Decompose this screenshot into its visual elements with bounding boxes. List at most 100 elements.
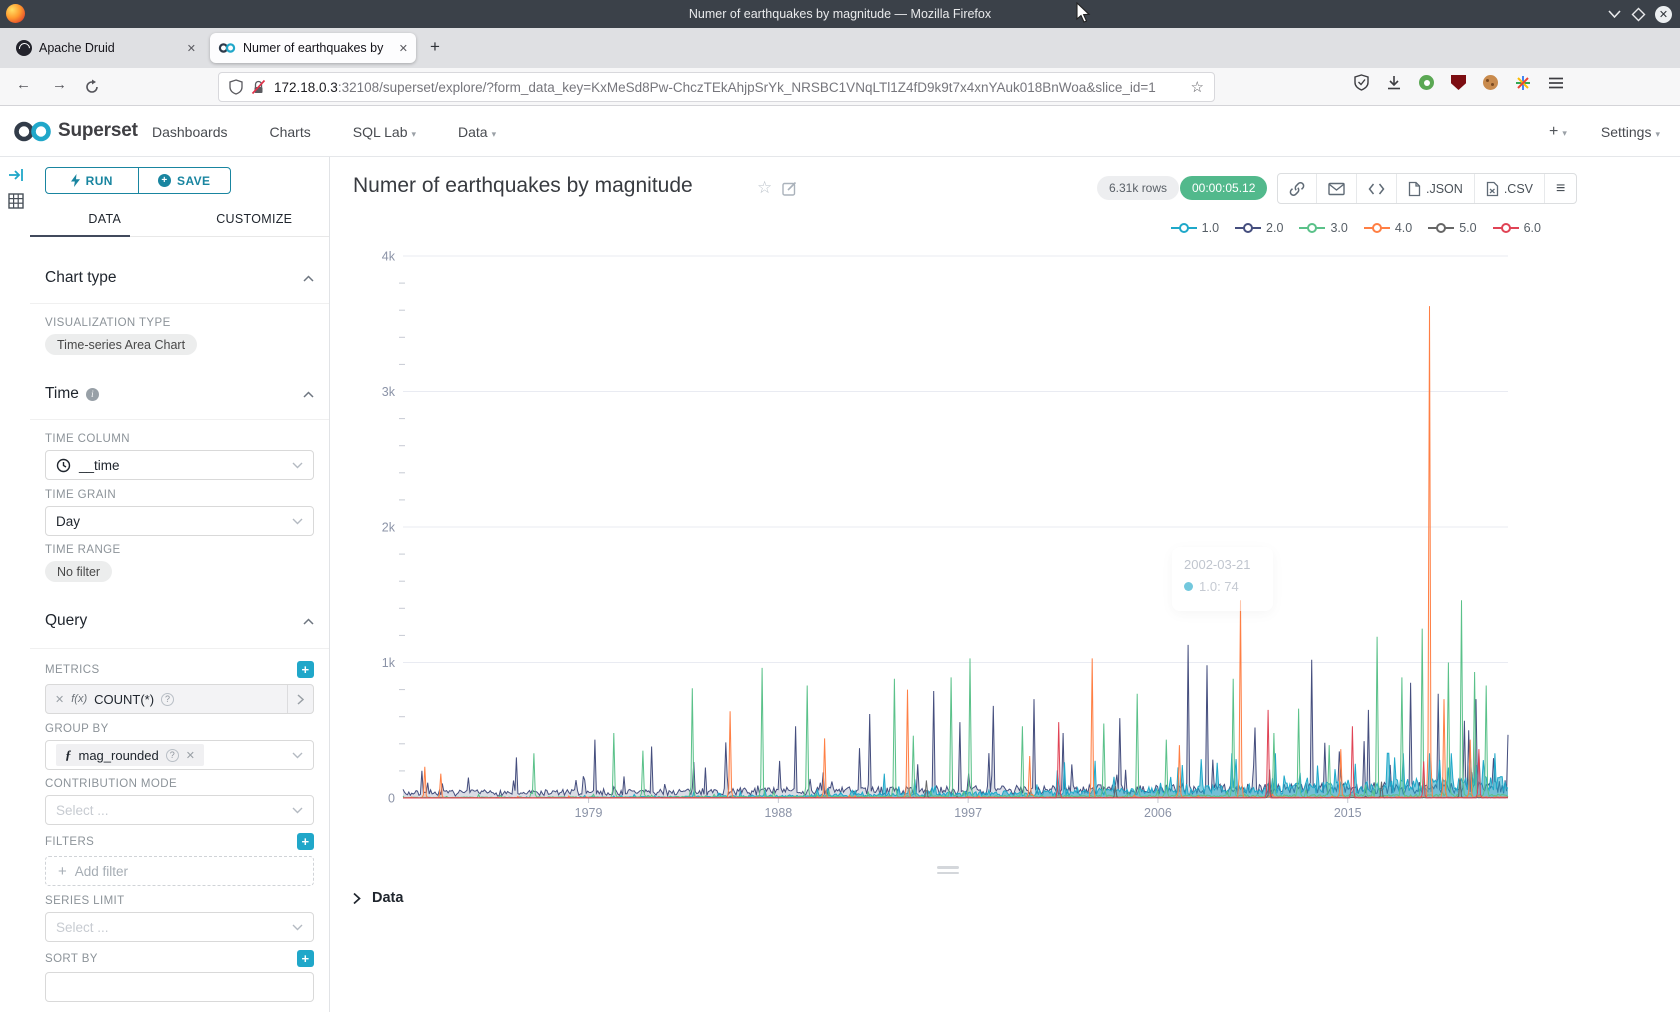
embed-code-button[interactable] <box>1357 174 1397 203</box>
section-query[interactable]: Query <box>45 612 314 630</box>
pinwheel-extension-icon[interactable] <box>1515 75 1531 91</box>
window-titlebar: Numer of earthquakes by magnitude — Mozi… <box>0 0 1680 28</box>
viz-type-value[interactable]: Time-series Area Chart <box>45 334 197 355</box>
cookie-extension-icon[interactable] <box>1483 75 1498 90</box>
reload-icon[interactable] <box>84 79 100 95</box>
time-column-select[interactable]: __time <box>45 450 314 480</box>
edit-title-icon[interactable] <box>782 180 798 196</box>
new-item-button[interactable]: +▾ <box>1549 123 1567 141</box>
close-window-icon[interactable]: ✕ <box>1655 6 1672 23</box>
menu-hamburger-icon[interactable] <box>1548 76 1564 90</box>
section-chart-type[interactable]: Chart type <box>45 269 314 287</box>
nav-item-dashboards[interactable]: Dashboards <box>152 124 228 140</box>
groupby-label: GROUP BY <box>45 723 314 735</box>
druid-tab-icon <box>16 40 32 56</box>
pane-resize-handle[interactable] <box>937 866 959 877</box>
maximize-icon[interactable] <box>1631 7 1646 22</box>
chevron-down-icon <box>292 518 303 525</box>
export-json-button[interactable]: .JSON <box>1397 174 1475 203</box>
active-tab-indicator <box>30 235 130 238</box>
contribution-mode-select[interactable]: Select ... <box>45 795 314 825</box>
remove-metric-icon[interactable]: ✕ <box>55 693 64 706</box>
forward-button[interactable]: → <box>52 76 67 93</box>
data-panel-header[interactable]: Data <box>353 890 403 906</box>
info-icon: i <box>86 388 99 401</box>
close-tab-icon[interactable]: ✕ <box>187 42 196 55</box>
nav-menu: Dashboards Charts SQL Lab▾ Data▾ <box>152 106 496 157</box>
nav-item-sql-lab[interactable]: SQL Lab▾ <box>353 124 416 140</box>
groupby-chip[interactable]: ƒ mag_rounded ? ✕ <box>56 744 204 766</box>
chevron-down-icon: ▾ <box>1562 128 1567 138</box>
metric-expand-caret[interactable] <box>287 685 313 713</box>
email-button[interactable] <box>1317 174 1357 203</box>
legend-item-5.0[interactable]: 5.0 <box>1428 221 1476 235</box>
tab-label: Apache Druid <box>39 41 181 55</box>
add-filter-dropzone[interactable]: + Add filter <box>45 856 314 886</box>
time-range-value[interactable]: No filter <box>45 561 112 582</box>
chevron-right-icon <box>353 892 361 905</box>
legend-marker-icon <box>1364 223 1390 233</box>
nav-item-data[interactable]: Data▾ <box>458 124 496 140</box>
new-tab-button[interactable]: + <box>430 37 440 57</box>
browser-toolbar: ← → 172.18.0.3:32108/superset/explore/?f… <box>0 68 1680 106</box>
url-text[interactable]: 172.18.0.3:32108/superset/explore/?form_… <box>274 80 1183 95</box>
download-icon[interactable] <box>1386 75 1402 91</box>
contribution-mode-label: CONTRIBUTION MODE <box>45 778 314 790</box>
legend-marker-icon <box>1428 223 1454 233</box>
legend-item-1.0[interactable]: 1.0 <box>1171 221 1219 235</box>
hamburger-icon: ≡ <box>1556 180 1565 198</box>
metrics-label: METRICS + <box>45 661 314 678</box>
tab-apache-druid[interactable]: Apache Druid ✕ <box>8 33 204 63</box>
time-grain-label: TIME GRAIN <box>45 489 314 501</box>
remove-chip-icon[interactable]: ✕ <box>186 749 195 762</box>
sort-by-select[interactable] <box>45 972 314 1002</box>
more-options-button[interactable]: ≡ <box>1545 174 1576 203</box>
tab-customize[interactable]: CUSTOMIZE <box>180 208 330 236</box>
groupby-select[interactable]: ƒ mag_rounded ? ✕ <box>45 740 314 770</box>
add-metric-button[interactable]: + <box>297 661 314 678</box>
chevron-up-icon <box>303 618 314 625</box>
add-sort-button[interactable]: + <box>297 950 314 967</box>
nav-item-charts[interactable]: Charts <box>270 124 311 140</box>
metric-item[interactable]: ✕ f(x) COUNT(*) ? <box>45 684 314 714</box>
add-filter-text: Add filter <box>75 864 128 879</box>
section-time[interactable]: Time i <box>45 385 314 403</box>
collapse-panel-icon[interactable] <box>9 168 24 182</box>
time-grain-select[interactable]: Day <box>45 506 314 536</box>
legend-item-4.0[interactable]: 4.0 <box>1364 221 1412 235</box>
privacy-extension-icon[interactable] <box>1419 75 1434 90</box>
insecure-lock-icon[interactable] <box>251 79 266 95</box>
tab-superset-chart[interactable]: Numer of earthquakes by ✕ <box>210 33 416 63</box>
superset-logo[interactable] <box>12 118 56 145</box>
pocket-shield-icon[interactable] <box>1354 74 1369 91</box>
window-controls: ✕ <box>1607 0 1672 28</box>
add-filter-plus-button[interactable]: + <box>297 833 314 850</box>
legend-item-3.0[interactable]: 3.0 <box>1299 221 1347 235</box>
tab-data[interactable]: DATA <box>30 208 180 236</box>
favorite-star-icon[interactable]: ☆ <box>757 178 772 198</box>
metric-name: COUNT(*) <box>94 692 154 707</box>
legend-item-6.0[interactable]: 6.0 <box>1493 221 1541 235</box>
settings-menu[interactable]: Settings▾ <box>1601 124 1660 140</box>
brand-name[interactable]: Superset <box>58 120 138 142</box>
export-csv-button[interactable]: .CSV <box>1475 174 1545 203</box>
browser-tabbar: Apache Druid ✕ Numer of earthquakes by ✕… <box>0 28 1680 68</box>
dataset-grid-icon[interactable] <box>8 193 24 209</box>
copy-link-button[interactable] <box>1278 174 1317 203</box>
row-count-badge: 6.31k rows <box>1097 176 1179 200</box>
legend-item-2.0[interactable]: 2.0 <box>1235 221 1283 235</box>
ublock-shield-icon[interactable] <box>1451 75 1466 90</box>
shield-permissions-icon[interactable] <box>229 79 243 95</box>
close-tab-icon[interactable]: ✕ <box>399 42 408 55</box>
bookmark-star-icon[interactable]: ☆ <box>1191 78 1204 96</box>
minimize-icon[interactable] <box>1607 7 1622 21</box>
series-limit-select[interactable]: Select ... <box>45 912 314 942</box>
run-button[interactable]: RUN <box>46 168 139 193</box>
chevron-down-icon <box>292 752 303 759</box>
control-panel: RUN + SAVE DATA CUSTOMIZE Chart type VIS… <box>30 157 330 1012</box>
url-bar[interactable]: 172.18.0.3:32108/superset/explore/?form_… <box>218 72 1215 102</box>
extension-icons <box>1354 74 1564 91</box>
mouse-cursor <box>1076 2 1091 24</box>
back-button[interactable]: ← <box>16 76 31 93</box>
save-button[interactable]: + SAVE <box>139 168 231 193</box>
